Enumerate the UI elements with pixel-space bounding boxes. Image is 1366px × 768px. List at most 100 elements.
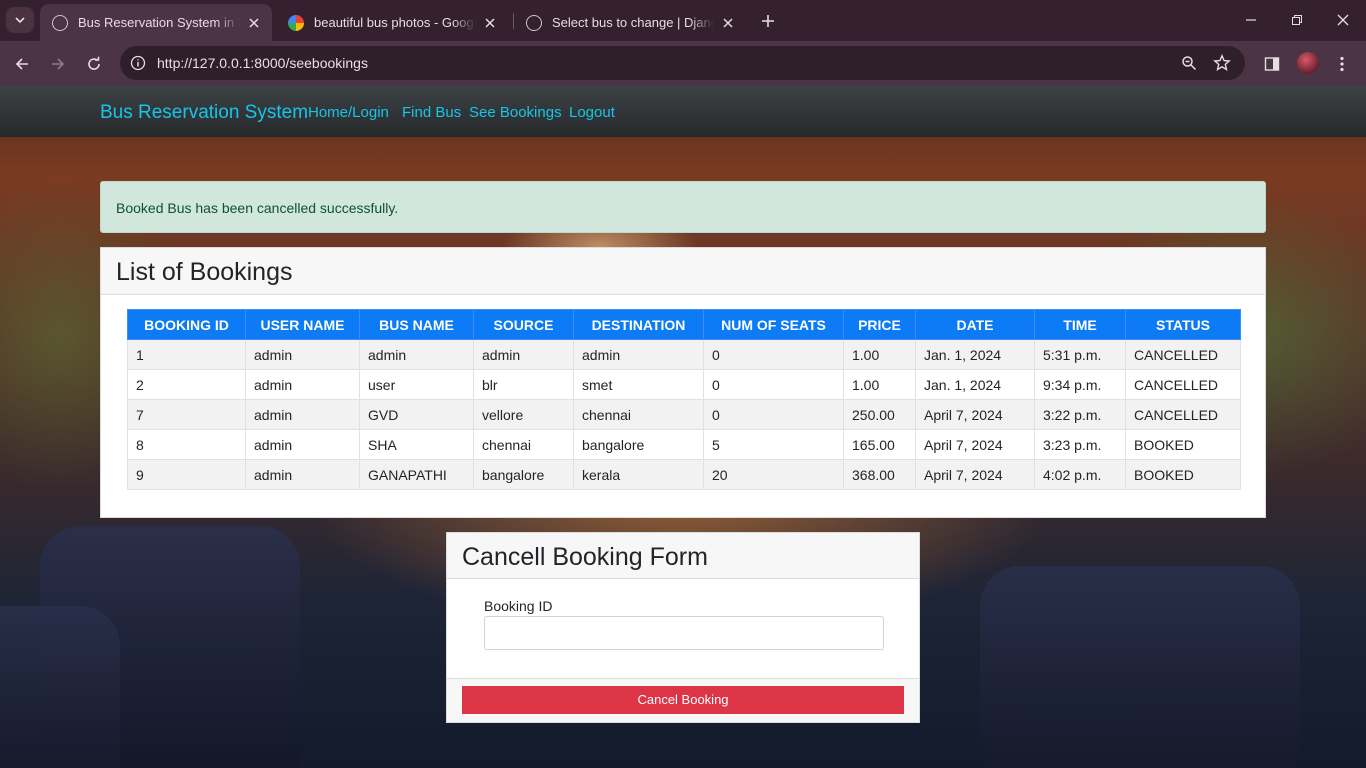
- cell-booking-id: 8: [127, 429, 246, 460]
- google-icon: [288, 14, 304, 31]
- tab-search-button[interactable]: [6, 7, 34, 33]
- cell-date: April 7, 2024: [915, 459, 1035, 490]
- chevron-down-icon: [15, 17, 25, 24]
- column-header: STATUS: [1125, 309, 1241, 340]
- cell-user-name: admin: [245, 429, 360, 460]
- zoom-icon[interactable]: [1179, 53, 1199, 73]
- back-button[interactable]: [8, 50, 36, 78]
- cell-source: admin: [473, 339, 574, 370]
- bookings-title: List of Bookings: [101, 248, 1265, 295]
- cell-bus-name: GANAPATHI: [359, 459, 474, 490]
- cell-time: 4:02 p.m.: [1034, 459, 1126, 490]
- restore-button[interactable]: [1274, 6, 1320, 34]
- close-icon[interactable]: [720, 15, 736, 31]
- tab-title: Bus Reservation System in Django: [78, 15, 240, 30]
- cell-destination: kerala: [573, 459, 704, 490]
- nav-home-login[interactable]: Home/Login: [308, 104, 389, 121]
- cell-time: 3:22 p.m.: [1034, 399, 1126, 430]
- cell-num-seats: 0: [703, 369, 844, 400]
- cell-price: 250.00: [843, 399, 916, 430]
- booking-id-input[interactable]: [484, 616, 884, 650]
- side-panel-icon[interactable]: [1260, 52, 1284, 76]
- nav-see-bookings[interactable]: See Bookings: [469, 104, 562, 121]
- cell-user-name: admin: [245, 459, 360, 490]
- nav-logout[interactable]: Logout: [569, 104, 615, 121]
- cell-booking-id: 2: [127, 369, 246, 400]
- column-header: BOOKING ID: [127, 309, 246, 340]
- cell-bus-name: SHA: [359, 429, 474, 460]
- menu-kebab-icon[interactable]: [1330, 52, 1354, 76]
- cancel-form-title: Cancell Booking Form: [447, 533, 919, 579]
- tab-django-admin[interactable]: Select bus to change | Django site admin: [514, 4, 746, 41]
- cancel-booking-button[interactable]: Cancel Booking: [462, 686, 904, 714]
- cancel-form-footer: Cancel Booking: [447, 678, 919, 722]
- column-header: PRICE: [843, 309, 916, 340]
- cell-num-seats: 5: [703, 429, 844, 460]
- cell-bus-name: admin: [359, 339, 474, 370]
- cell-price: 1.00: [843, 369, 916, 400]
- column-header: SOURCE: [473, 309, 574, 340]
- cell-source: chennai: [473, 429, 574, 460]
- cell-status: CANCELLED: [1125, 369, 1241, 400]
- cell-booking-id: 1: [127, 339, 246, 370]
- close-icon[interactable]: [482, 15, 498, 31]
- cell-date: Jan. 1, 2024: [915, 369, 1035, 400]
- cell-num-seats: 20: [703, 459, 844, 490]
- column-header: USER NAME: [245, 309, 360, 340]
- bookings-table: BOOKING ID USER NAME BUS NAME SOURCE DES…: [127, 309, 1241, 490]
- site-navbar: Bus Reservation System Home/Login Find B…: [0, 86, 1366, 137]
- address-bar[interactable]: http://127.0.0.1:8000/seebookings: [120, 46, 1245, 80]
- plus-icon: [762, 15, 774, 27]
- cell-booking-id: 9: [127, 459, 246, 490]
- cell-status: BOOKED: [1125, 429, 1241, 460]
- cell-price: 165.00: [843, 429, 916, 460]
- minimize-button[interactable]: [1228, 6, 1274, 34]
- tab-title: Select bus to change | Django site admin: [552, 15, 714, 30]
- cell-user-name: admin: [245, 399, 360, 430]
- table-row: 9 admin GANAPATHI bangalore kerala 20 36…: [127, 459, 1241, 490]
- cell-date: Jan. 1, 2024: [915, 339, 1035, 370]
- cell-date: April 7, 2024: [915, 429, 1035, 460]
- bookmark-star-icon[interactable]: [1212, 53, 1232, 73]
- table-row: 2 admin user blr smet 0 1.00 Jan. 1, 202…: [127, 369, 1241, 400]
- tab-bus-reservation[interactable]: Bus Reservation System in Django: [40, 4, 272, 41]
- browser-toolbar: http://127.0.0.1:8000/seebookings: [0, 41, 1366, 86]
- bg-seat-image: [980, 566, 1300, 768]
- cancel-booking-card: Cancell Booking Form Booking ID Cancel B…: [446, 532, 920, 723]
- cell-price: 1.00: [843, 339, 916, 370]
- reload-button[interactable]: [80, 50, 108, 78]
- column-header: BUS NAME: [359, 309, 474, 340]
- forward-button[interactable]: [44, 50, 72, 78]
- restore-icon: [1292, 15, 1302, 25]
- profile-avatar[interactable]: [1297, 52, 1319, 74]
- cell-time: 3:23 p.m.: [1034, 429, 1126, 460]
- tab-google-search[interactable]: beautiful bus photos - Google Search: [276, 4, 508, 41]
- window-close-button[interactable]: [1320, 6, 1366, 34]
- booking-id-label: Booking ID: [484, 598, 553, 614]
- arrow-right-icon: [52, 58, 65, 70]
- cell-destination: admin: [573, 339, 704, 370]
- tab-title: beautiful bus photos - Google Search: [314, 15, 476, 30]
- cell-time: 9:34 p.m.: [1034, 369, 1126, 400]
- close-icon[interactable]: [246, 15, 262, 31]
- cell-num-seats: 0: [703, 399, 844, 430]
- cell-destination: smet: [573, 369, 704, 400]
- table-header-row: BOOKING ID USER NAME BUS NAME SOURCE DES…: [127, 309, 1241, 340]
- brand-link[interactable]: Bus Reservation System: [100, 102, 308, 124]
- table-row: 8 admin SHA chennai bangalore 5 165.00 A…: [127, 429, 1241, 460]
- close-icon: [1337, 14, 1349, 26]
- success-alert: Booked Bus has been cancelled successful…: [100, 181, 1266, 233]
- bg-seat-image: [0, 606, 120, 768]
- cell-price: 368.00: [843, 459, 916, 490]
- table-row: 7 admin GVD vellore chennai 0 250.00 Apr…: [127, 399, 1241, 430]
- new-tab-button[interactable]: [756, 9, 780, 33]
- nav-find-bus[interactable]: Find Bus: [402, 104, 461, 121]
- bookings-card: List of Bookings BOOKING ID USER NAME BU…: [100, 247, 1266, 518]
- reload-icon: [88, 56, 100, 70]
- cell-status: BOOKED: [1125, 459, 1241, 490]
- cell-bus-name: GVD: [359, 399, 474, 430]
- url-text[interactable]: http://127.0.0.1:8000/seebookings: [157, 55, 368, 71]
- column-header: DATE: [915, 309, 1035, 340]
- site-info-icon[interactable]: [128, 53, 148, 73]
- cell-date: April 7, 2024: [915, 399, 1035, 430]
